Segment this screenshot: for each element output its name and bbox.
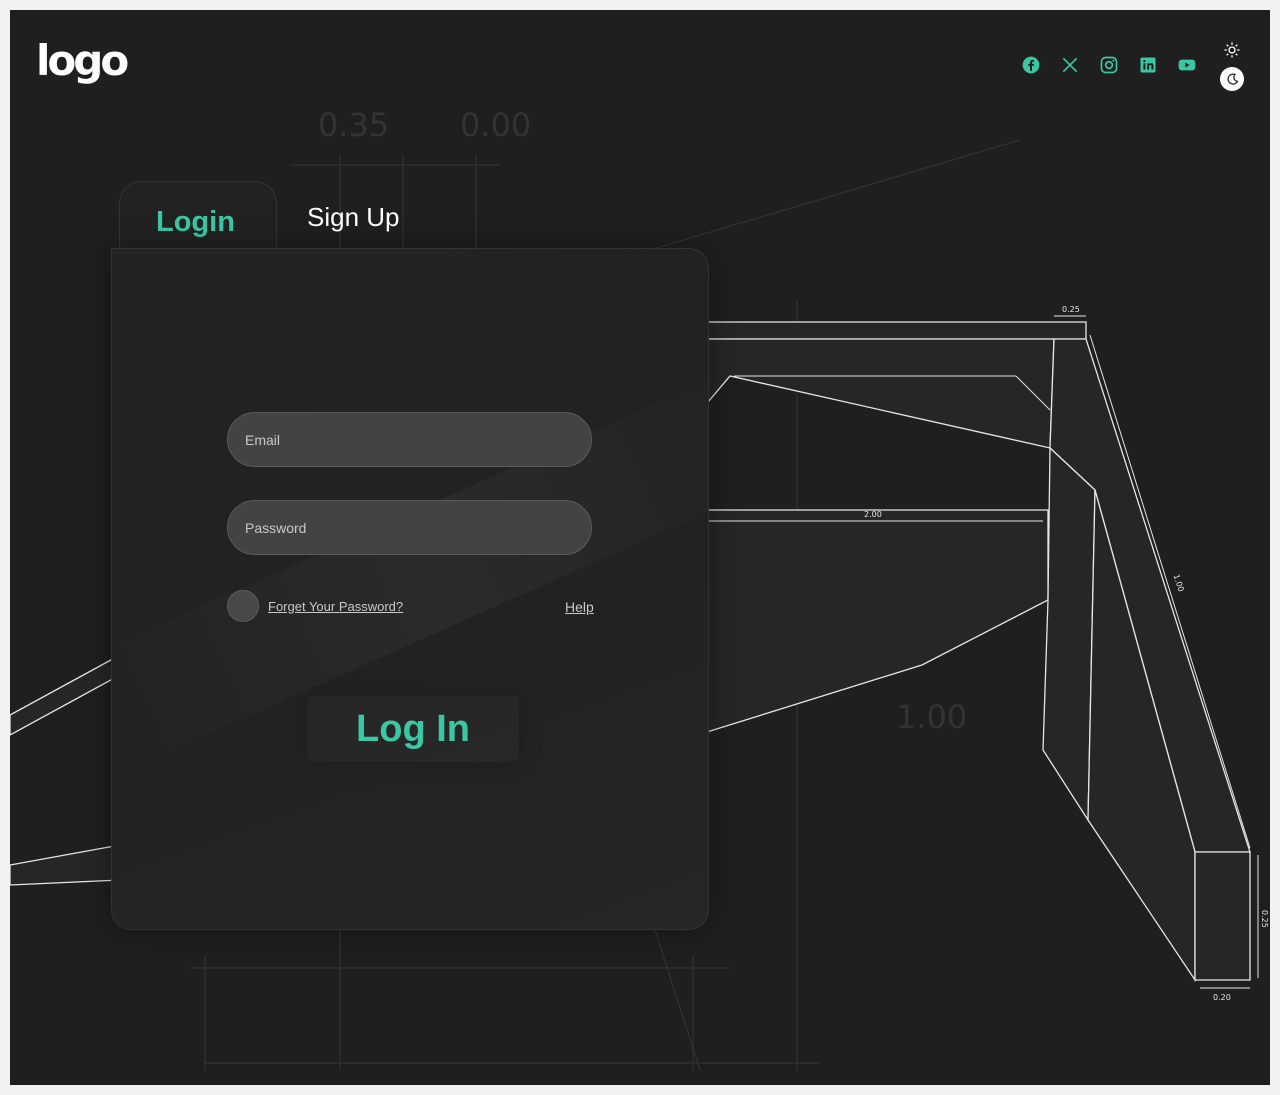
faint-dimension-label: 0.35 [318, 106, 389, 144]
youtube-icon[interactable] [1176, 54, 1198, 76]
moon-icon[interactable] [1220, 67, 1244, 91]
email-input[interactable] [227, 412, 592, 467]
theme-toggle[interactable] [1216, 38, 1248, 96]
password-input[interactable] [227, 500, 592, 555]
faint-dimension-label: 1.00 [896, 698, 967, 736]
dimension-label: 1.00 [1172, 573, 1186, 593]
social-links [1020, 54, 1198, 76]
sun-icon[interactable] [1223, 41, 1241, 59]
dimension-label: 0.25 [1062, 305, 1080, 314]
dimension-label: 0.25 [1260, 910, 1269, 928]
forgot-password-link[interactable]: Forget Your Password? [268, 599, 403, 614]
tab-login-label: Login [156, 206, 235, 238]
help-link[interactable]: Help [565, 599, 594, 615]
dimension-label: 0.20 [1213, 993, 1231, 1002]
faint-dimension-label: 0.00 [460, 106, 531, 144]
instagram-icon[interactable] [1098, 54, 1120, 76]
app-frame: 0.35 0.00 1.00 0.25 2.00 1.00 0.20 0.25 … [10, 10, 1270, 1085]
log-in-button[interactable]: Log In [307, 696, 519, 762]
facebook-icon[interactable] [1020, 54, 1042, 76]
linkedin-icon[interactable] [1137, 54, 1159, 76]
tab-signup[interactable]: Sign Up [307, 202, 400, 233]
x-icon[interactable] [1059, 54, 1081, 76]
remember-checkbox[interactable] [227, 590, 259, 622]
dimension-label: 2.00 [864, 510, 882, 519]
login-card: Forget Your Password? Help Log In [111, 248, 709, 930]
logo[interactable]: logo [36, 36, 129, 85]
